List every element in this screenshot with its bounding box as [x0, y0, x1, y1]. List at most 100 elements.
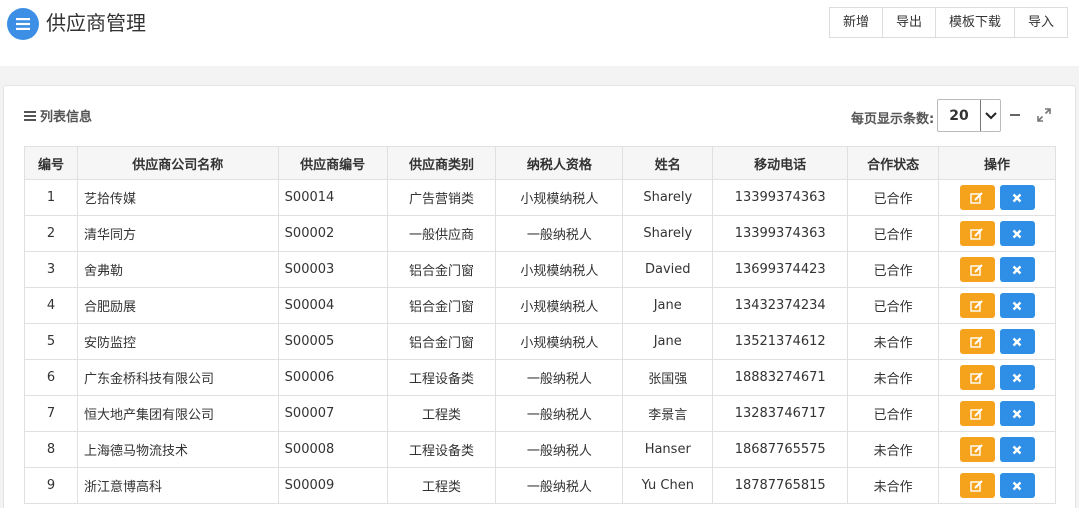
edit-icon — [970, 407, 983, 420]
close-icon — [1012, 481, 1022, 490]
mobile-phone: 13399374363 — [712, 215, 849, 252]
row-number: 1 — [24, 179, 78, 216]
edit-button[interactable] — [959, 437, 995, 462]
table-row: 3 舍弗勒 S00003 铝合金门窗 小规模纳税人 Davied 13699374423 已合… — [24, 251, 1056, 288]
column-header[interactable]: 供应商类别 — [386, 146, 497, 180]
company-name: 安防监控 — [76, 323, 279, 360]
edit-button[interactable] — [959, 257, 995, 282]
supplier-category: 铝合金门窗 — [386, 251, 497, 288]
panel-title: 列表信息 — [24, 106, 92, 125]
edit-icon — [970, 335, 983, 348]
column-header[interactable]: 姓名 — [622, 146, 714, 180]
toolbar-button-group: 新增 导出 模板下载 导入 — [829, 7, 1069, 38]
delete-button[interactable] — [999, 329, 1035, 354]
page-size-select[interactable]: 20 — [937, 99, 1001, 132]
row-number: 6 — [24, 359, 78, 396]
table-row: 1 艺拾传媒 S00014 广告营销类 小规模纳税人 Sharely 13399374363… — [24, 179, 1056, 216]
contact-name: 李景言 — [622, 395, 714, 432]
panel-title-label: 列表信息 — [40, 110, 93, 125]
company-name: 广东金桥科技有限公司 — [76, 359, 279, 396]
mobile-phone: 13432374234 — [712, 287, 849, 324]
column-header[interactable]: 编号 — [24, 146, 78, 180]
mobile-phone: 18883274671 — [712, 359, 849, 396]
delete-button[interactable] — [999, 293, 1035, 318]
edit-button[interactable] — [959, 293, 995, 318]
edit-button[interactable] — [959, 329, 995, 354]
action-group — [939, 293, 1055, 318]
column-header[interactable]: 供应商编号 — [277, 146, 388, 180]
edit-button[interactable] — [959, 365, 995, 390]
close-icon — [1012, 193, 1022, 202]
column-header[interactable]: 合作状态 — [847, 146, 940, 180]
row-actions — [938, 323, 1056, 360]
table-row: 9 浙江意博高科 S00009 工程类 一般纳税人 Yu Chen 18787765815 未… — [24, 467, 1056, 504]
tax-qualification: 小规模纳税人 — [495, 179, 624, 216]
supplier-code: S00006 — [277, 359, 388, 396]
close-icon — [1012, 445, 1022, 454]
action-group — [939, 473, 1055, 498]
action-group — [939, 221, 1055, 246]
tax-qualification: 小规模纳税人 — [495, 323, 624, 360]
add-button[interactable]: 新增 — [830, 8, 882, 37]
template-download-button[interactable]: 模板下载 — [935, 8, 1014, 37]
mobile-phone: 13399374363 — [712, 179, 849, 216]
company-name: 恒大地产集团有限公司 — [76, 395, 279, 432]
delete-button[interactable] — [999, 185, 1035, 210]
edit-icon — [970, 227, 983, 240]
table-row: 7 恒大地产集团有限公司 S00007 工程类 一般纳税人 李景言 13283746717 已… — [24, 395, 1056, 432]
edit-icon — [970, 443, 983, 456]
contact-name: Sharely — [622, 215, 714, 252]
supplier-category: 一般供应商 — [386, 215, 497, 252]
delete-button[interactable] — [999, 401, 1035, 426]
chevron-down-icon — [980, 100, 1000, 131]
edit-icon — [970, 263, 983, 276]
supplier-code: S00005 — [277, 323, 388, 360]
row-number: 8 — [24, 431, 78, 468]
edit-button[interactable] — [959, 401, 995, 426]
supplier-category: 广告营销类 — [386, 179, 497, 216]
tax-qualification: 一般纳税人 — [495, 395, 624, 432]
edit-icon — [970, 479, 983, 492]
tax-qualification: 一般纳税人 — [495, 359, 624, 396]
supplier-category: 工程类 — [386, 395, 497, 432]
action-group — [939, 329, 1055, 354]
expand-icon[interactable] — [1037, 107, 1053, 123]
delete-button[interactable] — [999, 365, 1035, 390]
delete-button[interactable] — [999, 221, 1035, 246]
column-header[interactable]: 供应商公司名称 — [76, 146, 279, 180]
row-actions — [938, 287, 1056, 324]
edit-icon — [970, 299, 983, 312]
column-header: 操作 — [938, 146, 1056, 180]
delete-button[interactable] — [999, 257, 1035, 282]
contact-name: Hanser — [622, 431, 714, 468]
top-bar: 供应商管理 新增 导出 模板下载 导入 — [0, 0, 1079, 66]
column-header[interactable]: 纳税人资格 — [495, 146, 624, 180]
table-row: 8 上海德马物流技术 S00008 工程设备类 一般纳税人 Hanser 186877655… — [24, 431, 1056, 468]
minus-icon[interactable] — [1008, 106, 1022, 122]
page-size-value: 20 — [949, 107, 969, 124]
list-icon — [24, 110, 36, 121]
contact-name: Sharely — [622, 179, 714, 216]
export-button[interactable]: 导出 — [882, 8, 935, 37]
import-button[interactable]: 导入 — [1014, 8, 1067, 37]
supplier-code: S00009 — [277, 467, 388, 504]
row-number: 9 — [24, 467, 78, 504]
supplier-category: 铝合金门窗 — [386, 287, 497, 324]
company-name: 浙江意博高科 — [76, 467, 279, 504]
edit-button[interactable] — [959, 185, 995, 210]
company-name: 合肥励展 — [76, 287, 279, 324]
supplier-category: 工程类 — [386, 467, 497, 504]
cooperation-status: 已合作 — [847, 179, 940, 216]
supplier-code: S00004 — [277, 287, 388, 324]
edit-button[interactable] — [959, 221, 995, 246]
tax-qualification: 一般纳税人 — [495, 467, 624, 504]
close-icon — [1012, 265, 1022, 274]
menu-icon[interactable] — [7, 8, 39, 40]
edit-button[interactable] — [959, 473, 995, 498]
action-group — [939, 365, 1055, 390]
delete-button[interactable] — [999, 437, 1035, 462]
cooperation-status: 未合作 — [847, 359, 940, 396]
column-header[interactable]: 移动电话 — [712, 146, 849, 180]
row-number: 4 — [24, 287, 78, 324]
delete-button[interactable] — [999, 473, 1035, 498]
